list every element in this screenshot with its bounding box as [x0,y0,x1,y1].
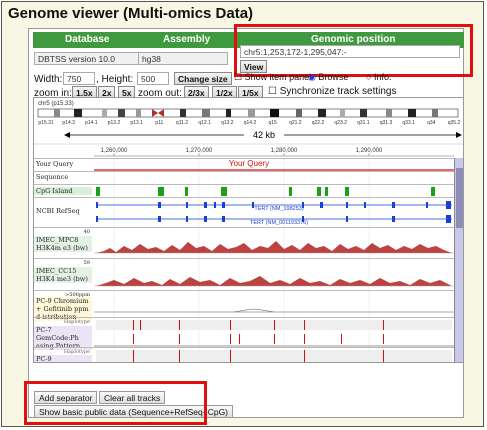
database-header: Database [65,34,110,45]
band-label: q13.2 [221,120,234,126]
band-label: q21.2 [289,120,302,126]
signal-track-cc15 [96,276,452,286]
scale-label: 42 kb [253,130,275,140]
height-input[interactable]: 500 [137,72,169,85]
ruler-tick-label: 1,280,000 [271,148,298,154]
band-label: p14.1 [85,120,98,126]
haplotype-label: Haplotype [63,319,90,325]
ruler-tick-label: 1,290,000 [356,148,383,154]
ruler: 1,260,000 1,270,000 1,280,000 1,290,000 [94,148,454,157]
radio-selected-icon: ◉ [308,72,316,82]
cpg-island-track [96,187,435,196]
gene-label-1: TERT (NM_198253) [254,206,303,212]
height-label: , Height: [96,74,134,85]
chromosome-label: chr5 (p15.33) [38,101,74,107]
gene-label-2: TERT (NM_001193376) [250,220,308,226]
change-size-button[interactable]: Change size [174,72,232,85]
band-labels: p15.31 p14.3 p14.1 p13.2 p13.1 p11 q11.2 q12.1 q… [38,120,460,126]
band-label: q31.3 [380,120,393,126]
band-label: q14.2 [244,120,257,126]
signal-track-mcf8 [96,241,452,253]
info-label: Info. [373,72,392,82]
width-label: Width: [34,74,63,85]
track-name-sequence: Sequence [36,173,69,181]
track-canvas: chr5 (p15.33) p15.31 p14.3 p14.1 p13.2 p13.1… [34,101,463,362]
band-label: p11 [155,120,163,126]
scale-arrow-left [64,132,70,138]
band-label: q22.2 [312,120,325,126]
haplotype-track-2 [96,350,452,362]
assembly-header: Assembly [163,34,211,45]
band-label: p13.2 [108,120,121,126]
position-highlight [234,24,473,77]
assembly-select[interactable]: hg38 [138,52,228,65]
band-label: q23.2 [334,120,347,126]
track-name-cpg: CpG Island [34,187,92,195]
band-label: p15.31 [38,120,54,126]
browse-radio[interactable]: ◉ Browse [308,72,348,83]
track-scrollbar[interactable] [454,158,463,362]
band-label: q34 [427,120,436,126]
page-title: Genome viewer (Multi-omics Data) [8,5,254,22]
grid-lines [113,158,370,362]
buttons-highlight [24,381,207,425]
database-select[interactable]: DBTSS version 10.0 [34,52,149,65]
band-label: p14.3 [62,120,75,126]
band-label: q11.2 [176,120,188,126]
sync-label: Synchronize track settings [279,86,397,97]
browse-label: Browse [318,72,349,82]
band-label: q33.1 [402,120,415,126]
ideogram [37,108,459,118]
your-query-label: Your Query [229,159,269,168]
track-name-cc15: IMEC_CC15 H3K4 me3 (bw) [34,267,92,283]
track-scale-cc15: 59 [83,260,90,266]
track-area[interactable]: chr5 (p15.33) p15.31 p14.3 p14.1 p13.2 p13.1… [33,97,464,363]
ruler-tick-label: 1,270,000 [186,148,213,154]
show-item-panel-checkbox[interactable]: ☐ Show item panel [234,72,311,83]
haplotype-track-1 [94,320,454,347]
refseq-track: TERT (NM_198253) TERT (NM_001193376) [96,201,452,226]
track-name-your-query: Your Query [36,160,74,168]
track-name-refseq: NCBI RefSeq [36,207,80,215]
track-name-gem2: PC-9 GemCode:Ph asing Pattern [34,355,92,362]
band-label: q31.1 [357,120,370,126]
track-scrollbar-thumb[interactable] [456,168,463,228]
width-input[interactable]: 750 [63,72,95,85]
show-item-panel-label: Show item panel [244,72,312,82]
sync-checkbox[interactable]: ☐ Synchronize track settings [268,86,396,97]
scale-arrow-right [456,132,462,138]
ppm-profile [233,308,275,313]
band-label: p13.1 [130,120,143,126]
track-name-mcf8: IMEC_MPC8 H3K4m e3 (bw) [34,236,92,252]
ruler-tick-label: 1,260,000 [101,148,128,154]
band-label: q12.1 [198,120,211,126]
track-scale-mcf8: 40 [83,229,90,235]
info-radio[interactable]: ○ Info. [366,72,391,82]
band-label: q15 [268,120,277,126]
band-label: q35.2 [448,120,461,126]
